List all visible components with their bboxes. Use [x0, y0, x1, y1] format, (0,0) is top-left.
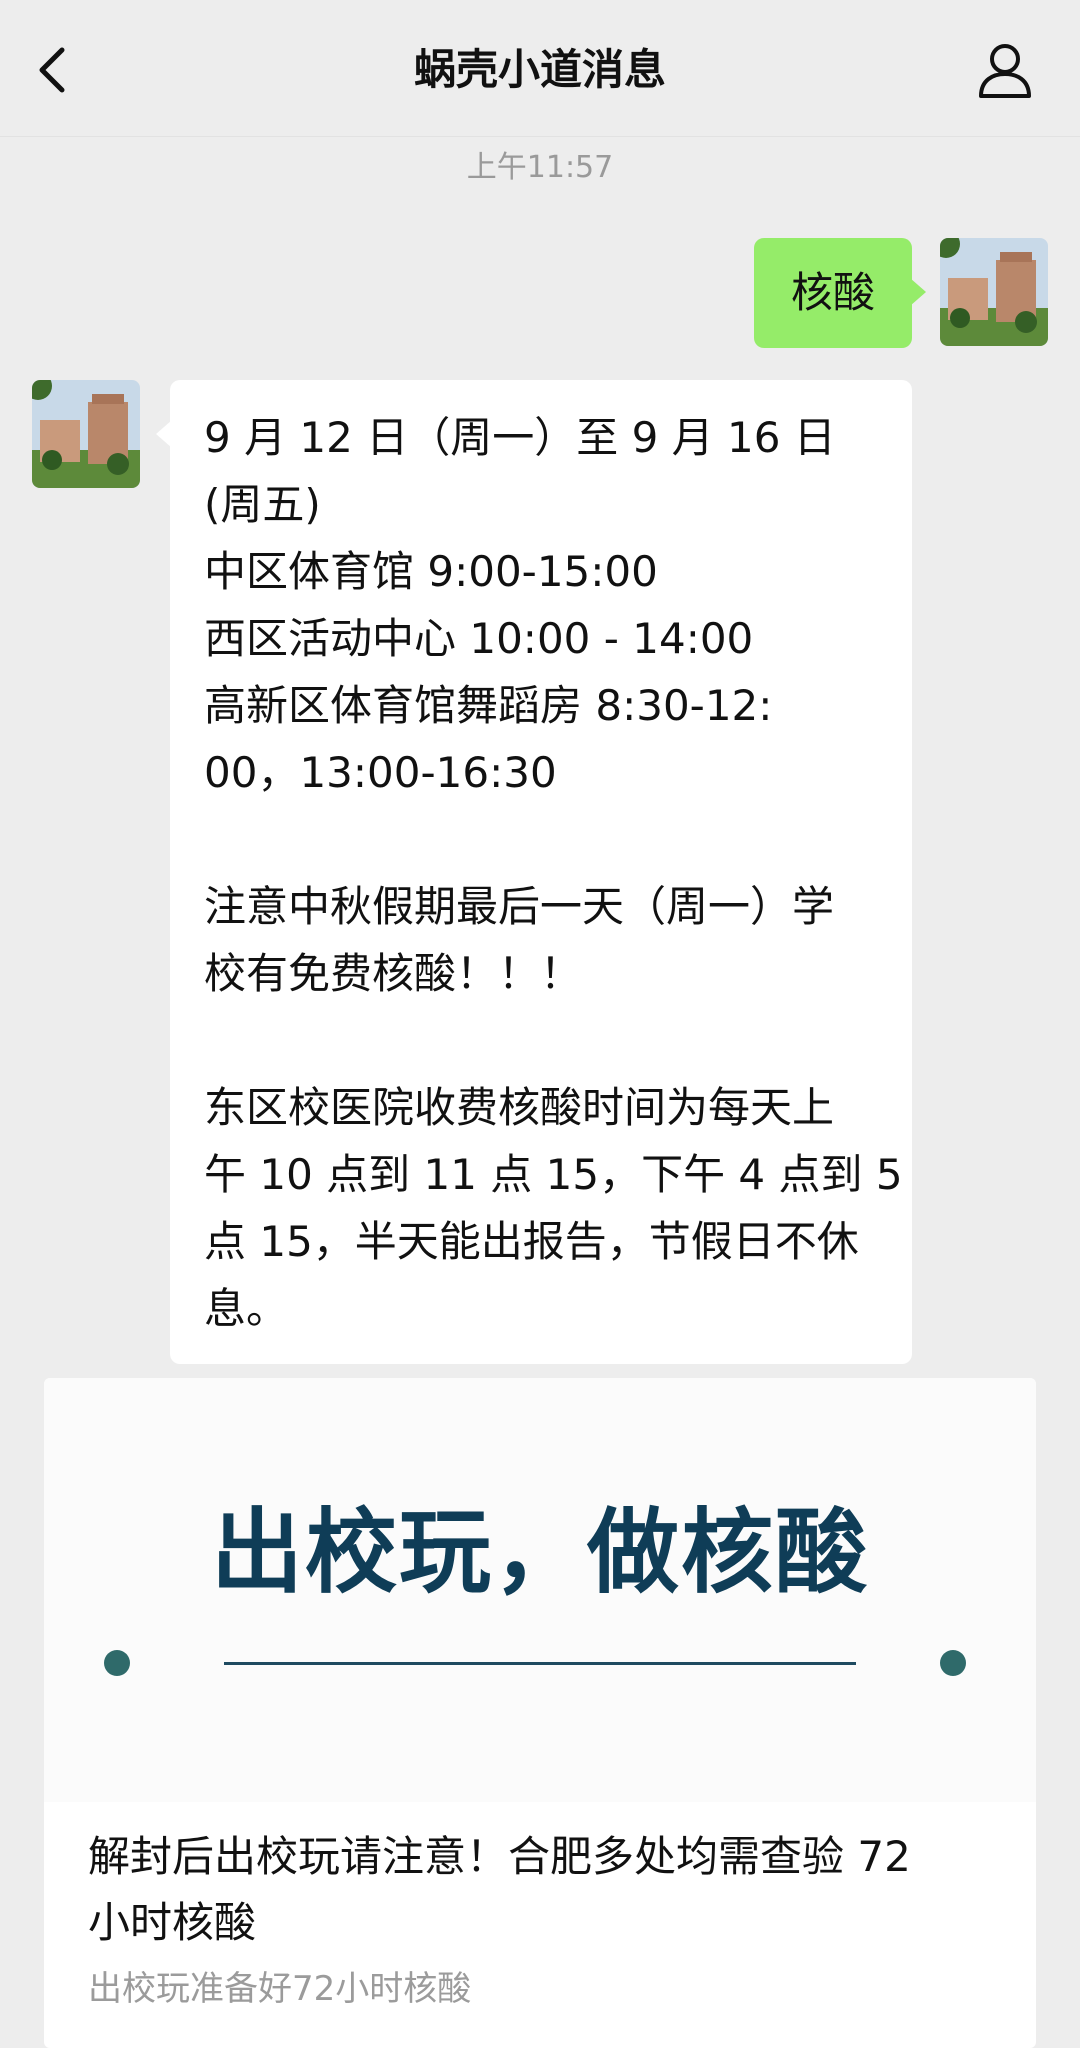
article-title-line: 解封后出校玩请注意！合肥多处均需查验 72 — [88, 1832, 911, 1881]
message-line: 点 15，半天能出报告，节假日不休 — [204, 1217, 859, 1266]
message-line: 东区校医院收费核酸时间为每天上 — [204, 1083, 835, 1132]
message-line: 午 10 点到 11 点 15，下午 4 点到 5 — [204, 1150, 903, 1199]
article-title: 解封后出校玩请注意！合肥多处均需查验 72 小时核酸 — [88, 1824, 1008, 1956]
message-line: 中区体育馆 9:00-15:00 — [204, 547, 658, 596]
message-line: 00，13:00-16:30 — [204, 748, 557, 797]
cover-dot-decoration — [104, 1650, 130, 1676]
article-card[interactable]: 出校玩，做核酸 解封后出校玩请注意！合肥多处均需查验 72 小时核酸 出校玩准备… — [44, 1378, 1036, 2048]
message-line: 校有免费核酸！！！ — [204, 949, 583, 998]
sender-avatar[interactable] — [32, 380, 140, 488]
message-timestamp: 上午11:57 — [466, 150, 614, 185]
back-chevron-icon[interactable] — [30, 36, 78, 104]
message-line: 息。 — [204, 1284, 289, 1333]
self-avatar[interactable] — [940, 238, 1048, 346]
person-icon[interactable] — [975, 40, 1035, 100]
message-line: 高新区体育馆舞蹈房 8:30-12: — [204, 681, 773, 730]
received-message-bubble[interactable]: 9 月 12 日（周一）至 9 月 16 日 (周五) 中区体育馆 9:00-1… — [156, 380, 912, 1364]
top-nav-bar: 蜗壳小道消息 — [0, 0, 1080, 137]
cover-dot-decoration — [940, 1650, 966, 1676]
message-line: 注意中秋假期最后一天（周一）学 — [204, 882, 835, 931]
cover-headline: 出校玩，做核酸 — [210, 1499, 869, 1606]
sent-message-bubble[interactable]: 核酸 — [754, 238, 926, 348]
message-line: (周五) — [204, 480, 321, 529]
cover-divider-line — [224, 1662, 856, 1665]
article-subtitle: 出校玩准备好72小时核酸 — [88, 1969, 472, 2009]
message-line: 9 月 12 日（周一）至 9 月 16 日 — [204, 413, 836, 462]
article-title-line: 小时核酸 — [88, 1898, 257, 1947]
article-cover-image: 出校玩，做核酸 — [44, 1378, 1036, 1802]
chat-title: 蜗壳小道消息 — [413, 45, 666, 94]
message-line: 西区活动中心 10:00 - 14:00 — [204, 614, 754, 663]
